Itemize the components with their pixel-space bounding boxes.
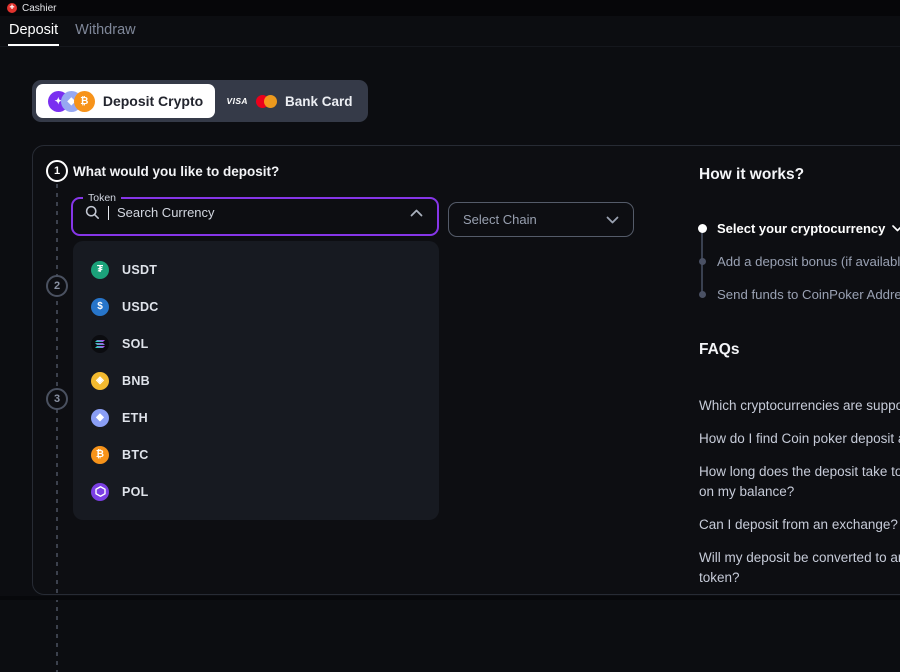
faq-list: Which cryptocurrencies are supported? Ho… bbox=[699, 396, 900, 588]
btc-icon: ₿ bbox=[91, 446, 109, 464]
window-bottom-edge bbox=[0, 596, 900, 600]
token-symbol: BTC bbox=[122, 448, 149, 462]
sol-icon bbox=[91, 335, 109, 353]
token-field-label: Token bbox=[83, 192, 121, 204]
step-3-indicator: 3 bbox=[46, 388, 68, 410]
token-option-pol[interactable]: POL bbox=[73, 473, 439, 510]
timeline-dot bbox=[698, 224, 707, 233]
timeline-dot bbox=[699, 291, 706, 298]
app-title: Cashier bbox=[22, 3, 56, 14]
hiw-step-select-crypto[interactable]: Select your cryptocurrency bbox=[699, 221, 900, 237]
chain-select[interactable]: Select Chain bbox=[448, 202, 634, 237]
token-option-eth[interactable]: ◆ ETH bbox=[73, 399, 439, 436]
deposit-panel: 1 2 3 What would you like to deposit? To… bbox=[32, 145, 900, 595]
token-option-sol[interactable]: SOL bbox=[73, 325, 439, 362]
faq-item[interactable]: Which cryptocurrencies are supported? bbox=[699, 396, 900, 416]
eth-icon: ◆ bbox=[91, 409, 109, 427]
chain-select-label: Select Chain bbox=[463, 212, 537, 227]
chevron-down-icon bbox=[606, 216, 619, 224]
token-symbol: BNB bbox=[122, 374, 150, 388]
bank-card-button[interactable]: VISA Bank Card bbox=[215, 84, 364, 118]
mastercard-icon bbox=[256, 95, 277, 108]
token-symbol: ETH bbox=[122, 411, 148, 425]
token-field: Token bbox=[71, 192, 439, 236]
faq-item[interactable]: Will my deposit be converted to anothert… bbox=[699, 548, 900, 588]
hiw-step-send-funds: Send funds to CoinPoker Address bbox=[699, 287, 900, 303]
faq-item[interactable]: How do I find Coin poker deposit address… bbox=[699, 429, 900, 449]
step-1-question: What would you like to deposit? bbox=[73, 164, 279, 179]
step-2-indicator: 2 bbox=[46, 275, 68, 297]
deposit-method-toggle: ✦ ◆ ₿ Deposit Crypto VISA Bank Card bbox=[32, 80, 368, 122]
faq-section: FAQs Which cryptocurrencies are supporte… bbox=[699, 341, 900, 601]
cashier-tabs: Deposit Withdraw bbox=[0, 16, 900, 47]
pol-icon bbox=[91, 483, 109, 501]
token-dropdown-list[interactable]: ₮ USDT $ USDC SOL bbox=[73, 241, 439, 520]
coinpoker-logo-icon: ✚ bbox=[7, 3, 17, 13]
token-symbol: USDC bbox=[122, 300, 159, 314]
usdc-icon: $ bbox=[91, 298, 109, 316]
btc-coin-icon: ₿ bbox=[74, 91, 95, 112]
bnb-icon: ◈ bbox=[91, 372, 109, 390]
how-it-works-title: How it works? bbox=[699, 166, 804, 184]
token-symbol: USDT bbox=[122, 263, 157, 277]
chevron-up-icon[interactable] bbox=[410, 209, 423, 217]
faq-item[interactable]: Can I deposit from an exchange? bbox=[699, 515, 900, 535]
usdt-icon: ₮ bbox=[91, 261, 109, 279]
token-symbol: POL bbox=[122, 485, 149, 499]
tab-deposit[interactable]: Deposit bbox=[8, 18, 59, 46]
deposit-crypto-label: Deposit Crypto bbox=[103, 93, 203, 109]
token-search-input[interactable] bbox=[117, 205, 402, 220]
deposit-crypto-button[interactable]: ✦ ◆ ₿ Deposit Crypto bbox=[36, 84, 215, 118]
timeline-dot bbox=[699, 258, 706, 265]
faq-item[interactable]: How long does the deposit take to appear… bbox=[699, 462, 900, 502]
how-it-works-timeline: Select your cryptocurrency Add a deposit… bbox=[699, 221, 900, 320]
tab-withdraw[interactable]: Withdraw bbox=[74, 18, 136, 46]
token-option-bnb[interactable]: ◈ BNB bbox=[73, 362, 439, 399]
crypto-coins-icon: ✦ ◆ ₿ bbox=[48, 91, 95, 112]
visa-icon: VISA bbox=[227, 96, 248, 106]
chevron-down-icon bbox=[892, 225, 900, 232]
token-option-btc[interactable]: ₿ BTC bbox=[73, 436, 439, 473]
step-1-indicator: 1 bbox=[46, 160, 68, 182]
window-titlebar: ✚ Cashier bbox=[0, 0, 900, 16]
token-option-usdt[interactable]: ₮ USDT bbox=[73, 251, 439, 288]
token-option-usdc[interactable]: $ USDC bbox=[73, 288, 439, 325]
faq-title: FAQs bbox=[699, 341, 900, 359]
token-symbol: SOL bbox=[122, 337, 149, 351]
text-caret bbox=[108, 206, 109, 220]
bank-card-label: Bank Card bbox=[285, 94, 353, 109]
hiw-step-bonus: Add a deposit bonus (if available) bbox=[699, 254, 900, 270]
search-icon bbox=[85, 205, 100, 220]
